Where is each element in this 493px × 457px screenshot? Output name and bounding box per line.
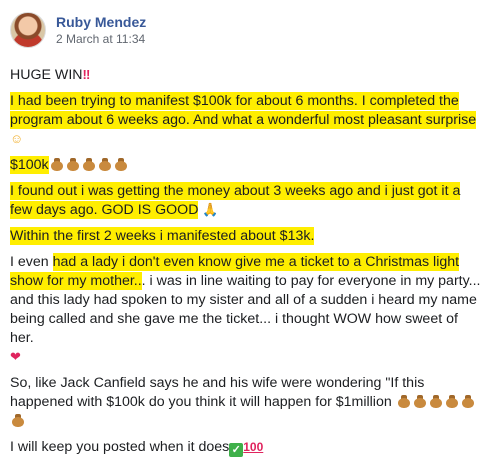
highlight-3: I found out i was getting the money abou… bbox=[10, 182, 461, 219]
check-mark-icon: ✓ bbox=[229, 443, 244, 457]
money-bag-icon bbox=[413, 395, 426, 408]
money-bag-icon bbox=[429, 395, 442, 408]
paragraph-5-start: I even bbox=[10, 254, 53, 270]
paragraph-3: I found out i was getting the money abou… bbox=[10, 182, 483, 220]
money-bag-icon bbox=[114, 158, 127, 171]
post-body: HUGE WIN‼ I had been trying to manifest … bbox=[10, 66, 483, 457]
post-timestamp[interactable]: 2 March at 11:34 bbox=[56, 31, 146, 47]
paragraph-5: I even had a lady i don't even know give… bbox=[10, 253, 483, 367]
pray-icon: 🙏 bbox=[202, 202, 219, 217]
money-bag-icon bbox=[461, 395, 474, 408]
highlight-2: $100k bbox=[10, 156, 49, 174]
highlight-1: I had been trying to manifest $100k for … bbox=[10, 92, 477, 129]
headline: HUGE WIN‼ bbox=[10, 66, 483, 85]
post-meta: Ruby Mendez 2 March at 11:34 bbox=[56, 14, 146, 47]
money-bag-icon bbox=[50, 158, 63, 171]
double-exclamation-icon: ‼ bbox=[82, 67, 91, 82]
paragraph-1: I had been trying to manifest $100k for … bbox=[10, 92, 483, 149]
money-bag-icon bbox=[445, 395, 458, 408]
paragraph-6: So, like Jack Canfield says he and his w… bbox=[10, 374, 483, 431]
money-bag-icon bbox=[12, 414, 24, 427]
facebook-post: Ruby Mendez 2 March at 11:34 HUGE WIN‼ I… bbox=[0, 0, 493, 457]
author-name[interactable]: Ruby Mendez bbox=[56, 14, 146, 31]
paragraph-7-text: I will keep you posted when it does bbox=[10, 439, 230, 455]
avatar[interactable] bbox=[10, 12, 46, 48]
money-bag-icon bbox=[66, 158, 79, 171]
money-bag-icon bbox=[397, 395, 410, 408]
money-bag-icon bbox=[82, 158, 95, 171]
paragraph-4: Within the first 2 weeks i manifested ab… bbox=[10, 227, 483, 246]
money-bag-icon bbox=[98, 158, 111, 171]
post-header: Ruby Mendez 2 March at 11:34 bbox=[10, 8, 483, 52]
smiling-face-icon: ☺ bbox=[10, 131, 24, 146]
paragraph-7: I will keep you posted when it does ✓ 100 bbox=[10, 438, 483, 457]
highlight-4: Within the first 2 weeks i manifested ab… bbox=[10, 227, 315, 245]
hundred-points-icon: 100 bbox=[243, 440, 264, 454]
heart-eyes-face-icon: ❤ bbox=[10, 349, 21, 364]
paragraph-2: $100k bbox=[10, 156, 483, 175]
headline-text: HUGE WIN bbox=[10, 67, 83, 83]
